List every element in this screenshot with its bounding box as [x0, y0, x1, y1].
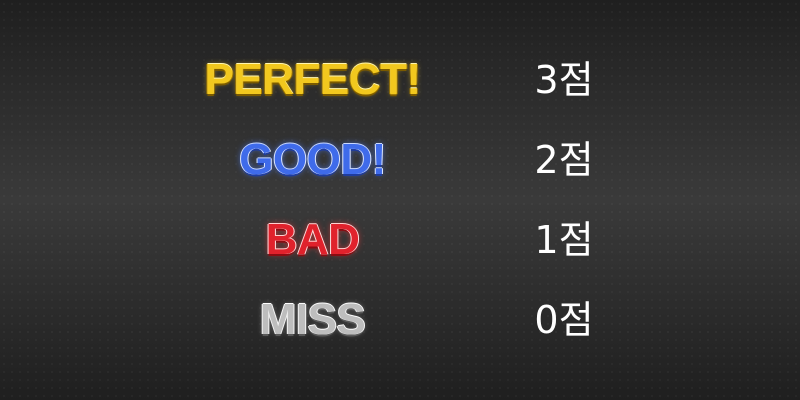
score-table: PERFECT! 3점 GOOD! 2점 BAD 1점 MISS 0점: [0, 0, 800, 400]
score-row-perfect: PERFECT! 3점: [0, 48, 800, 112]
score-row-bad: BAD 1점: [0, 208, 800, 272]
score-row-miss: MISS 0점: [0, 288, 800, 352]
points-perfect-value: 3점: [534, 58, 594, 102]
points-bad-value: 1점: [534, 218, 594, 262]
points-miss-value: 0점: [534, 298, 594, 342]
points-good-value: 2점: [534, 138, 594, 182]
score-row-good: GOOD! 2점: [0, 128, 800, 192]
